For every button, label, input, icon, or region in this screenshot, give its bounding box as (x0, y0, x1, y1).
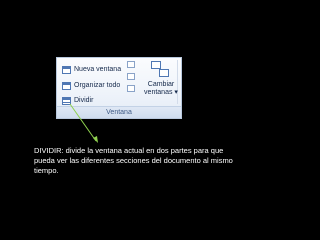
pointer-arrow (69, 103, 98, 143)
caption-text: DIVIDIR: divide la ventana actual en dos… (34, 146, 233, 175)
